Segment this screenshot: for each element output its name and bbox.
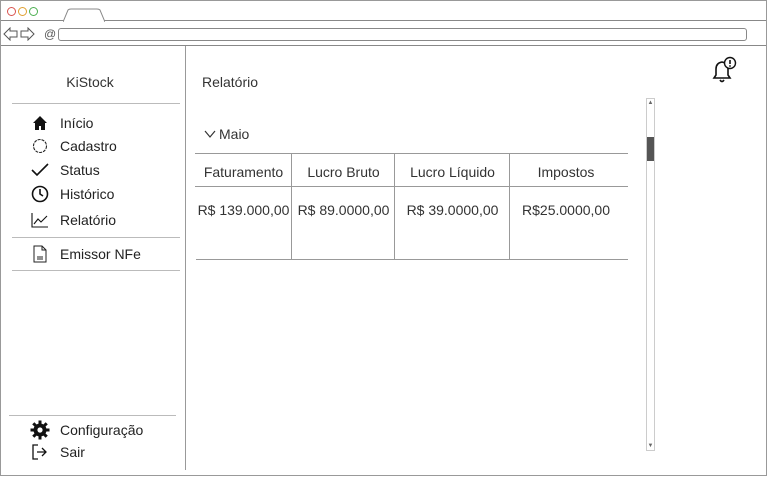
sidebar-item-label: Status (60, 162, 100, 178)
sidebar-item-label: Cadastro (60, 138, 117, 154)
sidebar-item-label: Configuração (60, 422, 144, 438)
sidebar-item-historico[interactable]: Histórico (30, 184, 114, 204)
table-cell: R$ 89.0000,00 (297, 202, 390, 218)
sidebar-divider (12, 237, 180, 238)
vertical-scrollbar[interactable]: ▲ ▼ (646, 98, 655, 451)
table-header-divider (195, 186, 628, 187)
table-header-lucro-bruto: Lucro Bruto (307, 164, 380, 180)
sidebar-item-label: Histórico (60, 186, 115, 202)
notification-bell-icon[interactable] (710, 56, 738, 84)
circle-icon (30, 136, 50, 156)
close-window-button[interactable] (7, 7, 16, 16)
back-arrow-icon[interactable] (3, 27, 19, 41)
table-border (195, 153, 628, 154)
sidebar-item-status[interactable]: Status (30, 160, 100, 180)
accordion-label: Maio (219, 126, 250, 142)
sidebar-divider (9, 415, 176, 416)
table-cell: R$ 39.0000,00 (406, 202, 499, 218)
scroll-up-arrow-icon[interactable]: ▲ (647, 99, 654, 107)
sidebar-item-label: Emissor NFe (60, 246, 141, 262)
document-icon (30, 244, 50, 264)
sidebar: KiStock Início Cadastro Status Histórico… (0, 46, 186, 470)
home-icon (30, 113, 50, 133)
sidebar-item-cadastro[interactable]: Cadastro (30, 136, 117, 156)
minimize-window-button[interactable] (18, 7, 27, 16)
sidebar-item-label: Relatório (60, 212, 117, 228)
brand-title: KiStock (66, 74, 114, 90)
maximize-window-button[interactable] (29, 7, 38, 16)
url-input[interactable] (58, 28, 747, 41)
accordion-toggle-maio[interactable]: Maio (204, 125, 249, 143)
sidebar-divider (12, 270, 180, 271)
table-header-lucro-liquido: Lucro Líquido (410, 164, 495, 180)
report-table: Faturamento Lucro Bruto Lucro Líquido Im… (195, 153, 628, 260)
sidebar-item-sair[interactable]: Sair (30, 442, 85, 462)
page-title: Relatório (202, 74, 259, 90)
title-bar (1, 1, 766, 22)
table-border (196, 259, 628, 260)
sidebar-item-relatorio[interactable]: Relatório (30, 210, 116, 230)
logout-icon (30, 442, 50, 462)
table-header-faturamento: Faturamento (203, 164, 284, 180)
chevron-down-icon (204, 130, 216, 138)
sidebar-item-emissor-nfe[interactable]: Emissor NFe (30, 244, 141, 264)
address-bar-row: @ (1, 22, 766, 46)
scroll-down-arrow-icon[interactable]: ▼ (647, 442, 654, 450)
gear-icon (30, 420, 50, 440)
table-cell: R$ 139.000,00 (197, 202, 290, 218)
sidebar-item-configuracao[interactable]: Configuração (30, 420, 143, 440)
sidebar-divider (12, 103, 180, 104)
scrollbar-thumb[interactable] (647, 137, 654, 161)
forward-arrow-icon[interactable] (19, 27, 35, 41)
table-header-impostos: Impostos (537, 164, 595, 180)
check-icon (30, 160, 50, 180)
chart-line-icon (30, 210, 50, 230)
sidebar-item-label: Início (60, 115, 94, 131)
sidebar-item-label: Sair (60, 444, 85, 460)
browser-tab[interactable] (63, 8, 105, 22)
table-cell: R$25.0000,00 (522, 202, 610, 218)
site-info-icon[interactable]: @ (44, 27, 56, 41)
sidebar-item-inicio[interactable]: Início (30, 113, 93, 133)
clock-icon (30, 184, 50, 204)
